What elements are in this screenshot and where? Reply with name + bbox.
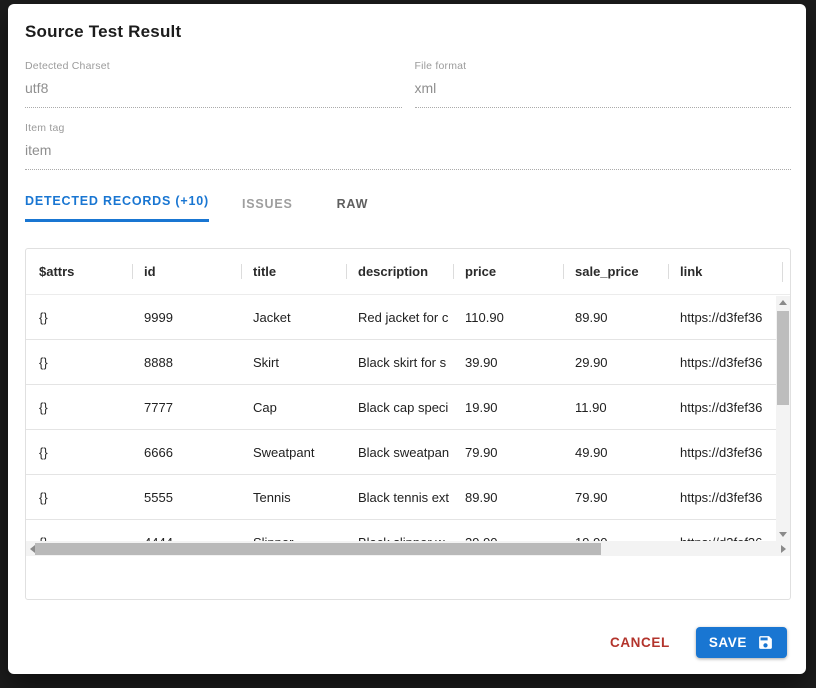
- table-cell: 6666: [132, 445, 241, 460]
- table-cell: 7777: [132, 400, 241, 415]
- source-test-result-dialog: Source Test Result Detected Charset utf8…: [8, 4, 806, 674]
- tab-raw[interactable]: RAW: [337, 189, 369, 222]
- table-cell: Cap: [241, 400, 346, 415]
- tab-bar: DETECTED RECORDS (+10) ISSUES RAW: [25, 186, 791, 222]
- table-cell: 5555: [132, 490, 241, 505]
- horizontal-scrollbar-thumb[interactable]: [35, 543, 601, 555]
- column-header-id: id: [132, 264, 241, 279]
- field-detected-charset: Detected Charset utf8: [25, 60, 402, 108]
- column-header-title: title: [241, 264, 346, 279]
- column-header-price: price: [453, 264, 563, 279]
- tab-detected-records[interactable]: DETECTED RECORDS (+10): [25, 186, 209, 222]
- table-cell: {}: [26, 490, 132, 505]
- vertical-scrollbar[interactable]: [776, 296, 790, 541]
- table-cell: {}: [26, 355, 132, 370]
- table-cell: 39.90: [453, 355, 563, 370]
- table-cell: https://d3fef36: [668, 445, 782, 460]
- table-cell: {}: [26, 445, 132, 460]
- field-item-tag: Item tag item: [25, 122, 791, 170]
- dialog-actions: CANCEL SAVE: [25, 627, 791, 666]
- table-cell: 89.90: [453, 490, 563, 505]
- field-file-format: File format xml: [415, 60, 792, 108]
- table-cell: {}: [26, 310, 132, 325]
- table-row: {}4444SlipperBlack slipper w29.9019.90ht…: [26, 520, 790, 541]
- table-cell: Red jacket for c: [346, 310, 453, 325]
- table-cell: 11.90: [563, 400, 668, 415]
- scroll-up-icon[interactable]: [776, 296, 790, 309]
- table-cell: Tennis: [241, 490, 346, 505]
- table-cell: {}: [26, 400, 132, 415]
- table-cell: Black skirt for s: [346, 355, 453, 370]
- column-header-attrs: $attrs: [26, 264, 132, 279]
- tab-issues[interactable]: ISSUES: [242, 189, 293, 222]
- table-cell: 19.90: [453, 400, 563, 415]
- column-header-sale_price: sale_price: [563, 264, 668, 279]
- column-header-link: link: [668, 264, 782, 279]
- table-cell: 49.90: [563, 445, 668, 460]
- table-row: {}8888SkirtBlack skirt for s39.9029.90ht…: [26, 340, 790, 385]
- table-cell: https://d3fef36: [668, 310, 782, 325]
- table-row: {}5555TennisBlack tennis ext89.9079.90ht…: [26, 475, 790, 520]
- save-icon: [757, 634, 774, 651]
- save-button-label: SAVE: [709, 635, 747, 650]
- field-label: File format: [415, 60, 792, 72]
- scroll-right-icon[interactable]: [777, 541, 790, 556]
- table-cell: https://d3fef36: [668, 400, 782, 415]
- table-cell: 89.90: [563, 310, 668, 325]
- table-cell: Jacket: [241, 310, 346, 325]
- table-cell: 79.90: [453, 445, 563, 460]
- table-cell: Black tennis ext: [346, 490, 453, 505]
- table-cell: 9999: [132, 310, 241, 325]
- table-cell: 29.90: [563, 355, 668, 370]
- table-cell: Skirt: [241, 355, 346, 370]
- table-cell: Black sweatpan: [346, 445, 453, 460]
- table-cell: https://d3fef36: [668, 490, 782, 505]
- table-cell: 8888: [132, 355, 241, 370]
- horizontal-scrollbar[interactable]: [26, 541, 790, 556]
- save-button[interactable]: SAVE: [696, 627, 787, 658]
- field-label: Detected Charset: [25, 60, 402, 72]
- dialog-title: Source Test Result: [25, 22, 791, 42]
- field-value: utf8: [25, 80, 402, 108]
- table-row: {}7777CapBlack cap speci19.9011.90https:…: [26, 385, 790, 430]
- table-header-row: $attrsidtitledescriptionpricesale_pricel…: [26, 249, 790, 295]
- table-cell: 79.90: [563, 490, 668, 505]
- field-value: item: [25, 142, 791, 170]
- column-divider: [782, 262, 783, 282]
- table-cell: https://d3fef36: [668, 355, 782, 370]
- records-table: $attrsidtitledescriptionpricesale_pricel…: [25, 248, 791, 600]
- table-cell: Sweatpant: [241, 445, 346, 460]
- table-cell: Black cap speci: [346, 400, 453, 415]
- field-label: Item tag: [25, 122, 791, 134]
- field-value: xml: [415, 80, 792, 108]
- table-row: {}9999JacketRed jacket for c110.9089.90h…: [26, 295, 790, 340]
- table-cell: 110.90: [453, 310, 563, 325]
- cancel-button[interactable]: CANCEL: [610, 635, 670, 650]
- scroll-down-icon[interactable]: [776, 528, 790, 541]
- table-row: {}6666SweatpantBlack sweatpan79.9049.90h…: [26, 430, 790, 475]
- table-body: {}9999JacketRed jacket for c110.9089.90h…: [26, 295, 790, 541]
- column-header-description: description: [346, 264, 453, 279]
- fields-row: Detected Charset utf8 File format xml: [25, 60, 791, 108]
- vertical-scrollbar-thumb[interactable]: [777, 311, 789, 405]
